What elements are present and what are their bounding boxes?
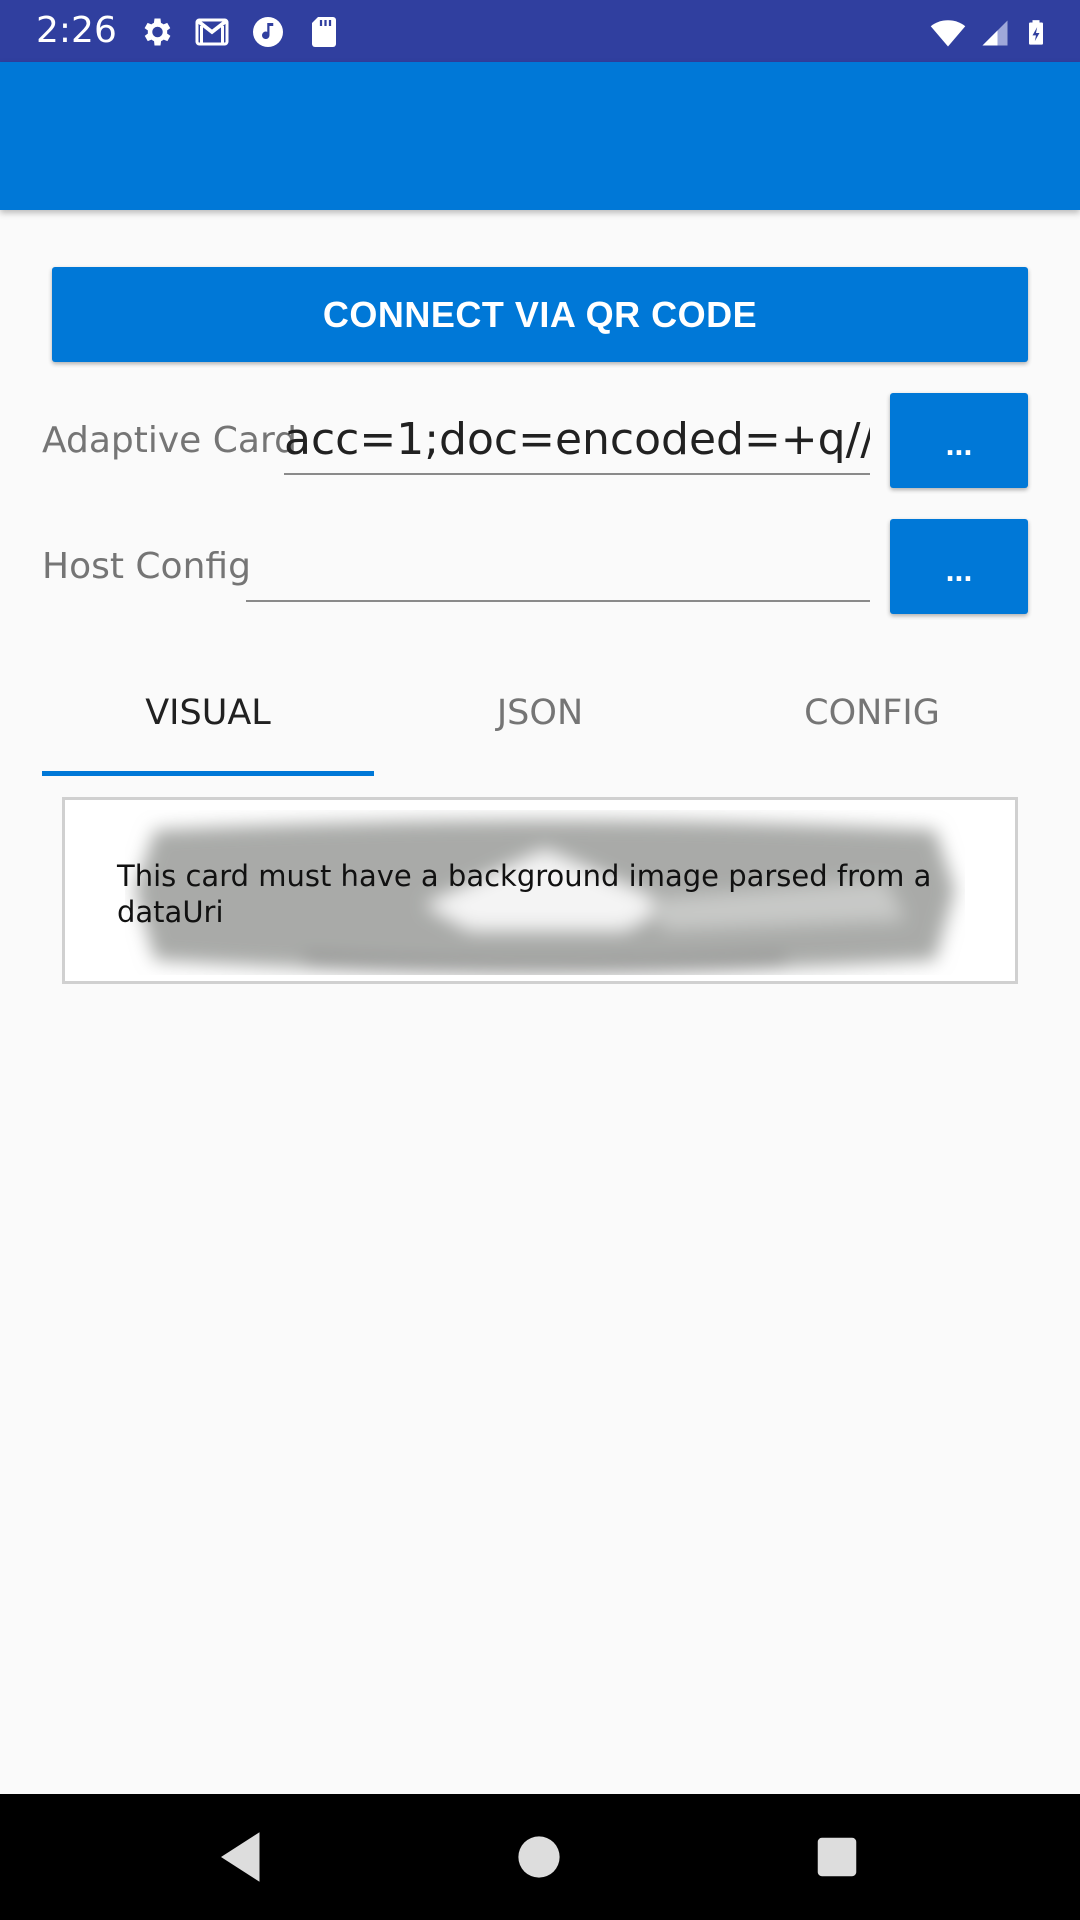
recents-icon[interactable] (804, 1824, 870, 1890)
wifi-icon (930, 20, 966, 47)
adaptive-card-preview: This card must have a background image p… (62, 797, 1018, 984)
home-icon[interactable] (506, 1824, 572, 1890)
tab-visual[interactable]: VISUAL (42, 660, 374, 776)
navigation-bar (0, 1794, 1080, 1920)
tab-config[interactable]: CONFIG (706, 660, 1038, 776)
adaptive-card-browse-button[interactable]: ... (890, 393, 1028, 488)
tab-indicator (42, 771, 374, 776)
adaptive-card-label: Adaptive Card (42, 420, 297, 461)
battery-icon (1029, 20, 1043, 45)
signal-icon (982, 20, 1008, 46)
settings-icon (144, 18, 171, 46)
tab-bar: VISUAL JSON CONFIG (42, 660, 1038, 776)
status-icons-left (138, 14, 342, 50)
card-text: This card must have a background image p… (117, 859, 932, 929)
music-icon (253, 17, 283, 47)
host-config-input[interactable] (246, 530, 870, 602)
connect-qr-button[interactable]: CONNECT VIA QR CODE (52, 267, 1028, 362)
gmail-icon (195, 18, 229, 46)
sd-card-icon (312, 17, 336, 47)
back-icon[interactable] (210, 1824, 276, 1890)
host-config-browse-button[interactable]: ... (890, 519, 1028, 614)
status-time: 2:26 (36, 10, 117, 51)
tab-json[interactable]: JSON (374, 660, 706, 776)
status-icons-right (928, 14, 1050, 52)
host-config-label: Host Config (42, 546, 251, 587)
adaptive-card-input[interactable] (284, 405, 870, 475)
app-bar (0, 62, 1080, 210)
status-bar: 2:26 (0, 0, 1080, 62)
